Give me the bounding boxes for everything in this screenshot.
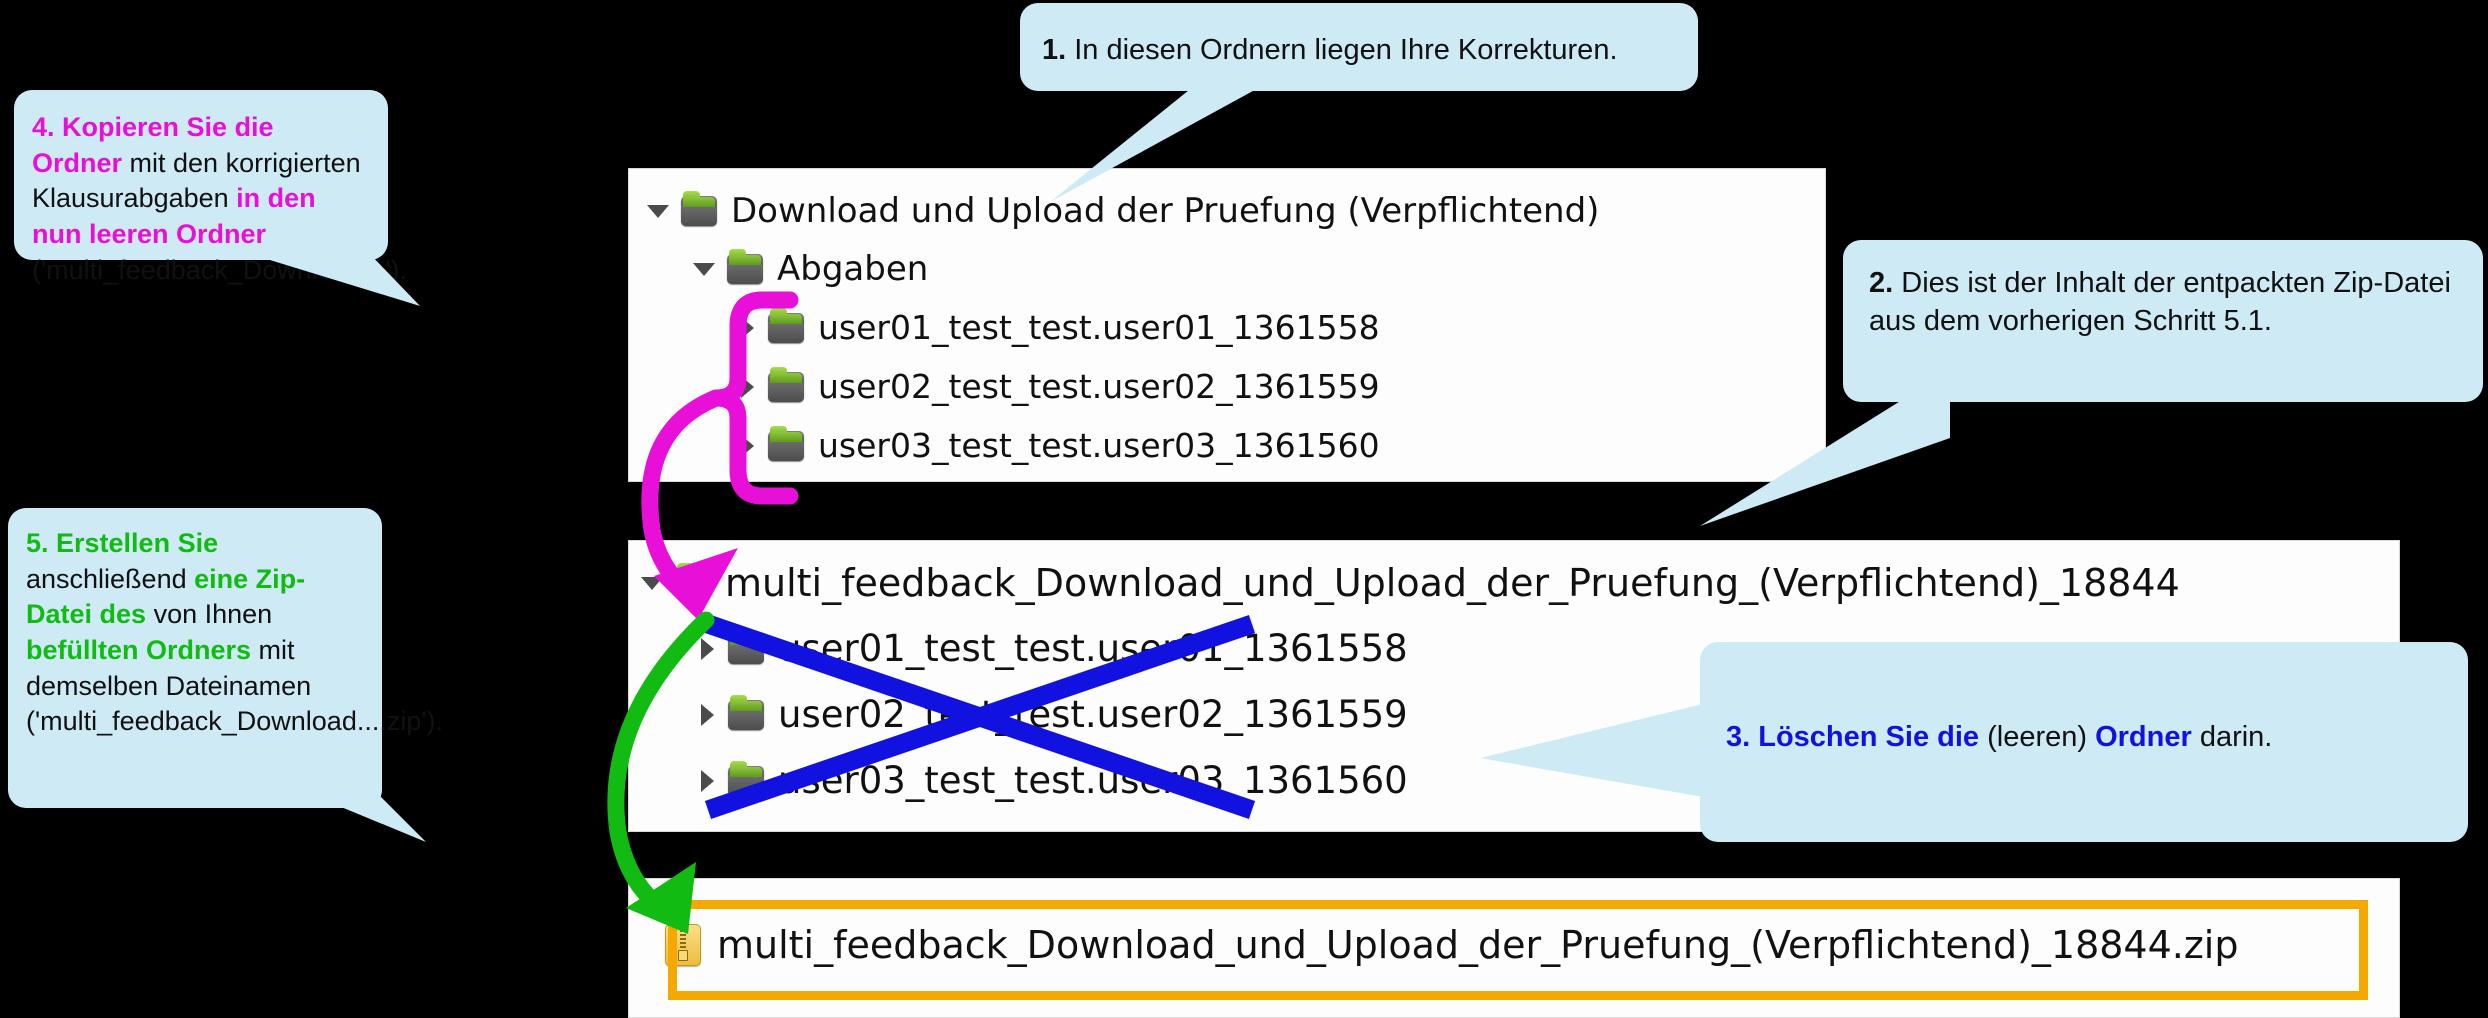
zip-file-icon bbox=[665, 924, 701, 966]
callout-2-text: 2. Dies ist der Inhalt der entpackten Zi… bbox=[1869, 264, 2457, 341]
callout-3-text: 3. Löschen Sie die (leeren) Ordner darin… bbox=[1726, 718, 2442, 756]
callout-5-text: 5. Erstellen Sie anschließend eine Zip-D… bbox=[26, 526, 443, 740]
callout-5-part-2: anschließend bbox=[26, 563, 195, 594]
chevron-right-icon[interactable] bbox=[741, 316, 754, 339]
tree-row-label: Download und Upload der Pruefung (Verpfl… bbox=[731, 191, 1600, 231]
folder-icon bbox=[728, 694, 764, 730]
tree-row-label: user03_test_test.user03_1361560 bbox=[778, 759, 1408, 802]
callout-2-number: 2. bbox=[1869, 267, 1894, 299]
callout-5-part-4: von Ihnen bbox=[146, 599, 273, 630]
tree-row-user02[interactable]: user02_test_test.user02_1361559 bbox=[741, 366, 1380, 406]
tree-row-user01-empty[interactable]: user01_test_test.user01_1361558 bbox=[701, 627, 1408, 670]
tree-row-user03-empty[interactable]: user03_test_test.user03_1361560 bbox=[701, 759, 1408, 802]
chevron-right-icon[interactable] bbox=[701, 703, 714, 726]
callout-3-part-2: (leeren) bbox=[1979, 721, 2096, 753]
tree-row-download-upload[interactable]: Download und Upload der Pruefung (Verpfl… bbox=[647, 191, 1599, 231]
screenshot-root: Download und Upload der Pruefung (Verpfl… bbox=[0, 0, 2488, 1018]
callout-3-part-3: Ordner bbox=[2095, 721, 2192, 753]
folder-icon bbox=[728, 628, 764, 664]
callout-1: 1. In diesen Ordnern liegen Ihre Korrekt… bbox=[1020, 3, 1698, 91]
chevron-down-icon[interactable] bbox=[693, 262, 715, 276]
tree-row-user01[interactable]: user01_test_test.user01_1361558 bbox=[741, 307, 1380, 347]
callout-5-part-1: 5. Erstellen Sie bbox=[26, 528, 219, 558]
tree-row-label: user02_test_test.user02_1361559 bbox=[778, 693, 1408, 736]
tree-row-multi-feedback-folder[interactable]: multi_feedback_Download_und_Upload_der_P… bbox=[641, 561, 2180, 605]
callout-3-part-1: 3. Löschen Sie die bbox=[1726, 721, 1980, 753]
callout-4: 4. Kopieren Sie die Ordner mit den korri… bbox=[14, 90, 407, 285]
tree-row-label: Abgaben bbox=[777, 249, 929, 289]
callout-4-part-4: ('multi_feedback_Download...'). bbox=[32, 254, 407, 285]
callout-2-body: Dies ist der Inhalt der entpackten Zip-D… bbox=[1869, 267, 2451, 338]
tree-row-label: multi_feedback_Download_und_Upload_der_P… bbox=[717, 923, 2239, 967]
folder-icon bbox=[675, 563, 711, 598]
callout-5-part-5: befüllten Ordners bbox=[26, 634, 252, 665]
folder-icon bbox=[728, 760, 764, 796]
tree-row-label: user02_test_test.user02_1361559 bbox=[818, 367, 1380, 406]
folder-icon bbox=[768, 366, 804, 402]
tree-row-abgaben[interactable]: Abgaben bbox=[693, 249, 928, 289]
callout-2: 2. Dies ist der Inhalt der entpackten Zi… bbox=[1843, 240, 2483, 402]
callout-5: 5. Erstellen Sie anschließend eine Zip-D… bbox=[8, 508, 443, 808]
folder-icon bbox=[681, 191, 717, 226]
chevron-right-icon[interactable] bbox=[701, 769, 714, 792]
folder-icon bbox=[768, 425, 804, 461]
tree-row-user02-empty[interactable]: user02_test_test.user02_1361559 bbox=[701, 693, 1408, 736]
file-tree-panel-original: Download und Upload der Pruefung (Verpfl… bbox=[628, 168, 1826, 482]
callout-1-body: In diesen Ordnern liegen Ihre Korrekture… bbox=[1066, 34, 1618, 66]
tree-row-label: user03_test_test.user03_1361560 bbox=[818, 426, 1380, 465]
callout-1-number: 1. bbox=[1042, 34, 1067, 66]
callout-3-part-4: darin. bbox=[2191, 721, 2273, 753]
chevron-right-icon[interactable] bbox=[701, 637, 714, 660]
chevron-down-icon[interactable] bbox=[641, 576, 663, 590]
callout-3: 3. Löschen Sie die (leeren) Ordner darin… bbox=[1700, 642, 2468, 842]
tree-row-label: user01_test_test.user01_1361558 bbox=[818, 308, 1380, 347]
tree-row-user03[interactable]: user03_test_test.user03_1361560 bbox=[741, 425, 1380, 465]
folder-icon bbox=[727, 249, 763, 284]
chevron-right-icon[interactable] bbox=[741, 375, 754, 398]
callout-4-text: 4. Kopieren Sie die Ordner mit den korri… bbox=[32, 110, 407, 288]
chevron-right-icon[interactable] bbox=[741, 434, 754, 457]
tree-row-label: multi_feedback_Download_und_Upload_der_P… bbox=[725, 561, 2180, 605]
tree-row-zip-file[interactable]: multi_feedback_Download_und_Upload_der_P… bbox=[665, 923, 2238, 967]
callout-1-text: 1. In diesen Ordnern liegen Ihre Korrekt… bbox=[1042, 31, 1676, 69]
file-tree-panel-zip: multi_feedback_Download_und_Upload_der_P… bbox=[628, 878, 2400, 1018]
chevron-down-icon[interactable] bbox=[647, 204, 669, 218]
folder-icon bbox=[768, 307, 804, 343]
tree-row-label: user01_test_test.user01_1361558 bbox=[778, 627, 1408, 670]
